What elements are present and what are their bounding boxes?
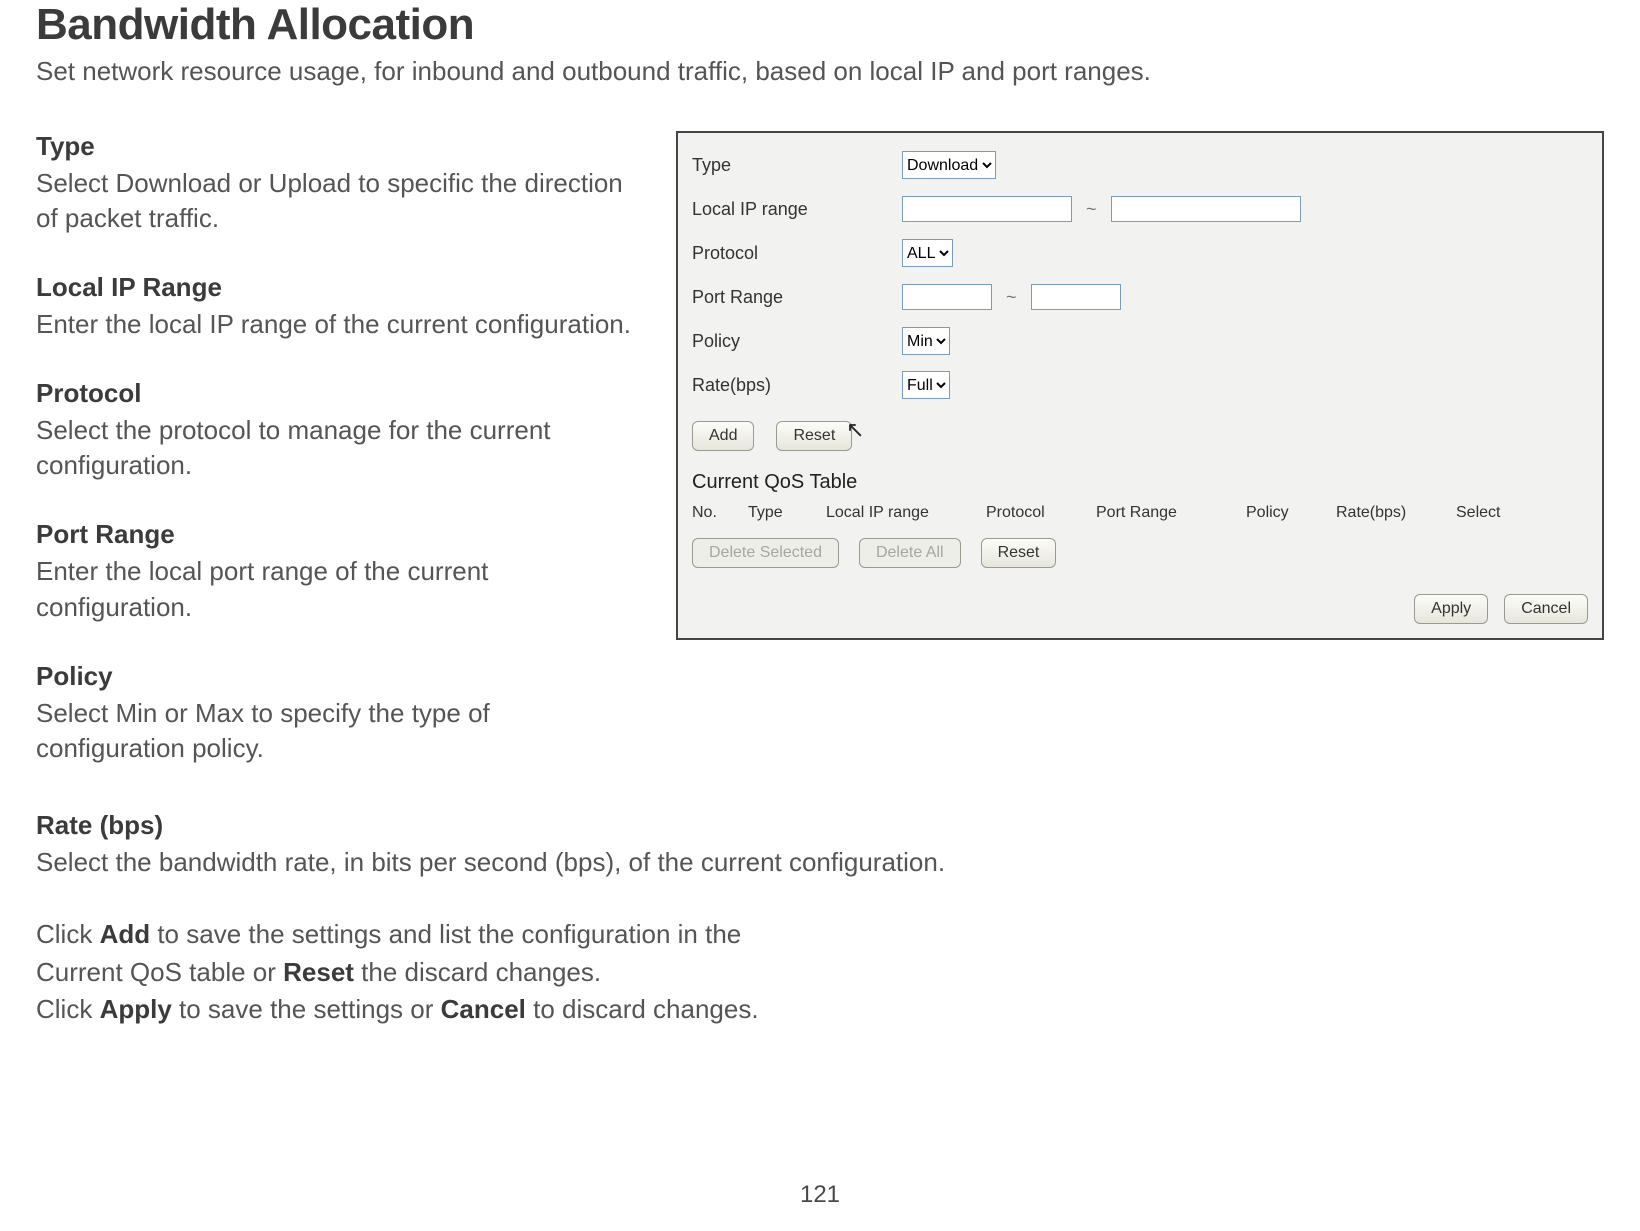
port-range-label: Port Range xyxy=(36,519,636,550)
note3d: Cancel xyxy=(441,994,526,1024)
note2b: Reset xyxy=(283,957,354,987)
panel-rate-label: Rate(bps) xyxy=(692,375,902,396)
delete-selected-button[interactable]: Delete Selected xyxy=(692,538,839,568)
port-range-sep: ~ xyxy=(1006,287,1017,308)
local-ip-desc: Enter the local IP range of the current … xyxy=(36,307,636,342)
apply-button[interactable]: Apply xyxy=(1414,594,1488,624)
type-label: Type xyxy=(36,131,636,162)
qos-table-header: No. Type Local IP range Protocol Port Ra… xyxy=(692,500,1588,526)
col-select: Select xyxy=(1456,500,1536,526)
page-subtitle: Set network resource usage, for inbound … xyxy=(36,56,1604,87)
page-title: Bandwidth Allocation xyxy=(36,0,1604,50)
note2a: Current QoS table or xyxy=(36,957,283,987)
policy-select[interactable]: Min xyxy=(902,327,950,355)
col-no: No. xyxy=(692,500,748,526)
note1c: to save the settings and list the config… xyxy=(150,919,741,949)
col-portrange: Port Range xyxy=(1096,500,1246,526)
protocol-desc: Select the protocol to manage for the cu… xyxy=(36,413,636,483)
col-localip: Local IP range xyxy=(826,500,986,526)
col-protocol: Protocol xyxy=(986,500,1096,526)
policy-desc: Select Min or Max to specify the type of… xyxy=(36,696,636,766)
note1a: Click xyxy=(36,919,100,949)
col-rate: Rate(bps) xyxy=(1336,500,1456,526)
panel-policy-label: Policy xyxy=(692,331,902,352)
page-number: 121 xyxy=(0,1181,1640,1209)
qos-table-title: Current QoS Table xyxy=(692,471,1588,494)
col-policy: Policy xyxy=(1246,500,1336,526)
policy-label: Policy xyxy=(36,661,636,692)
type-select[interactable]: Download xyxy=(902,151,996,179)
note1b: Add xyxy=(100,919,151,949)
delete-all-button[interactable]: Delete All xyxy=(859,538,961,568)
port-range-desc: Enter the local port range of the curren… xyxy=(36,554,636,624)
note2c: the discard changes. xyxy=(354,957,601,987)
rate-label: Rate (bps) xyxy=(36,810,1604,841)
note3c: to save the settings or xyxy=(172,994,441,1024)
notes-block: Click Add to save the settings and list … xyxy=(36,916,1604,1029)
qos-reset-button[interactable]: Reset xyxy=(981,538,1057,568)
protocol-select[interactable]: ALL xyxy=(902,239,953,267)
port-end-input[interactable] xyxy=(1031,284,1121,310)
add-button[interactable]: Add xyxy=(692,421,754,451)
local-ip-label: Local IP Range xyxy=(36,272,636,303)
settings-panel: Type Download Local IP range ~ Protocol … xyxy=(676,131,1604,640)
ip-end-input[interactable] xyxy=(1111,196,1301,222)
cursor-icon: ↖ xyxy=(846,417,864,443)
col-type: Type xyxy=(748,500,826,526)
ip-range-sep: ~ xyxy=(1086,199,1097,220)
note3b: Apply xyxy=(100,994,172,1024)
type-desc: Select Download or Upload to specific th… xyxy=(36,166,636,236)
note3e: to discard changes. xyxy=(526,994,759,1024)
ip-start-input[interactable] xyxy=(902,196,1072,222)
cancel-button[interactable]: Cancel xyxy=(1504,594,1588,624)
panel-protocol-label: Protocol xyxy=(692,243,902,264)
rate-select[interactable]: Full xyxy=(902,371,950,399)
protocol-label: Protocol xyxy=(36,378,636,409)
descriptions-column: Type Select Download or Upload to specif… xyxy=(36,131,636,802)
port-start-input[interactable] xyxy=(902,284,992,310)
panel-portrange-label: Port Range xyxy=(692,287,902,308)
rate-desc: Select the bandwidth rate, in bits per s… xyxy=(36,845,1604,880)
note3a: Click xyxy=(36,994,100,1024)
panel-type-label: Type xyxy=(692,155,902,176)
reset-button[interactable]: Reset xyxy=(776,421,852,451)
panel-localip-label: Local IP range xyxy=(692,199,902,220)
